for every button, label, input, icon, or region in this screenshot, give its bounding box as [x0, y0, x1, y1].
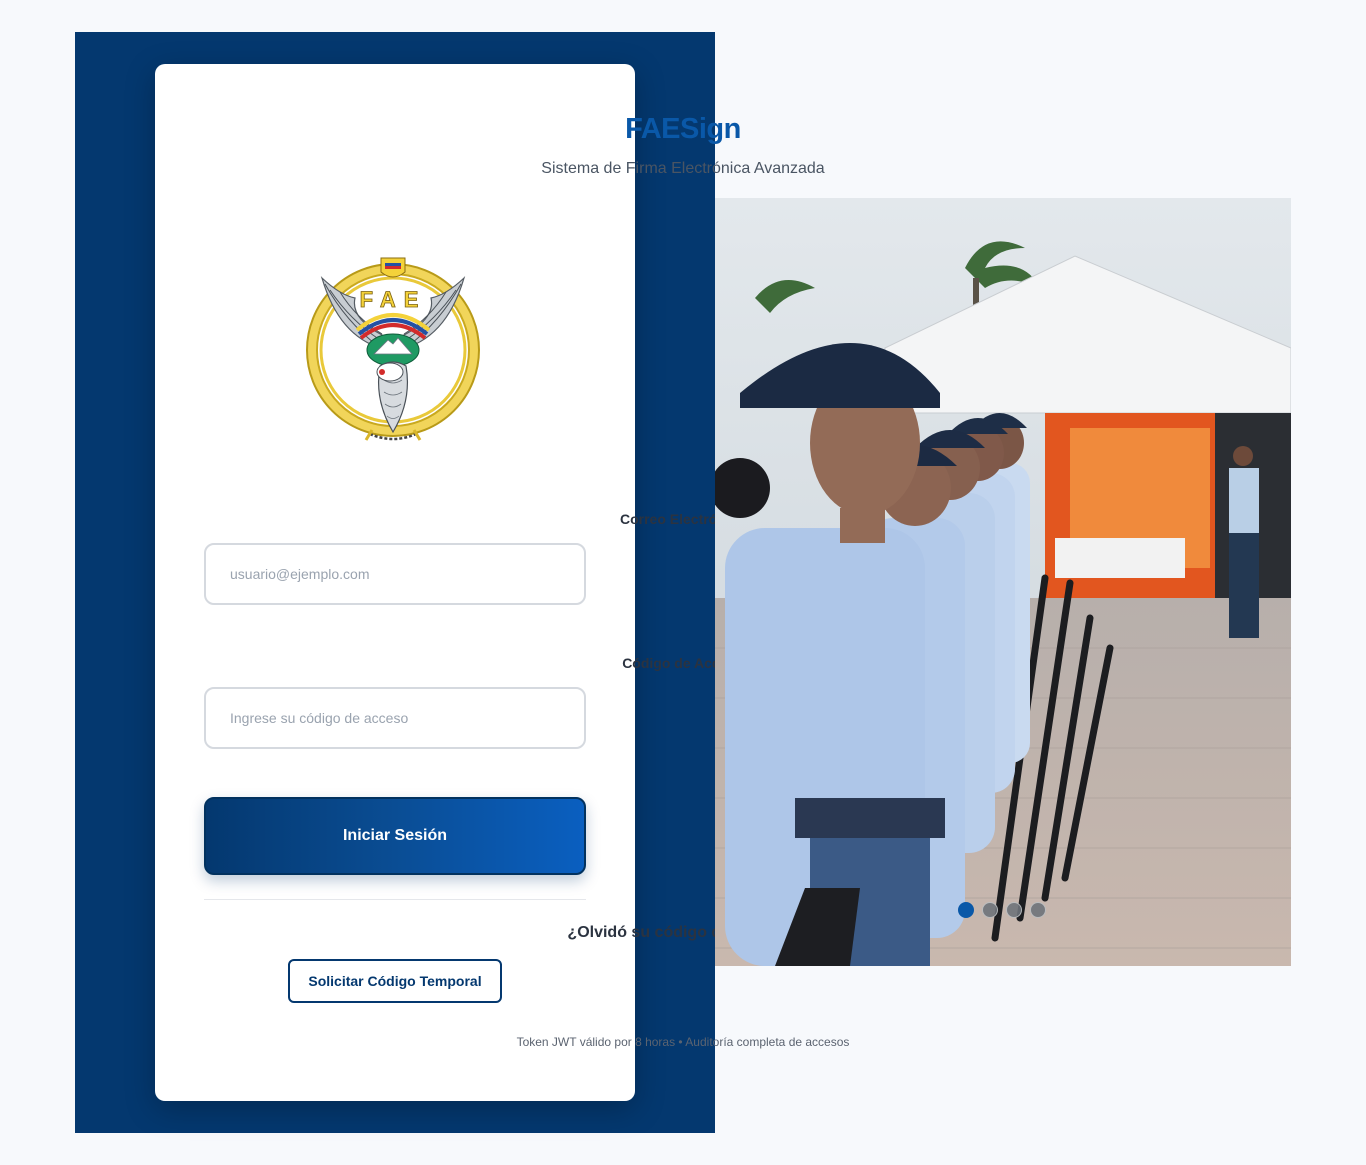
email-input[interactable]	[204, 543, 586, 605]
carousel-indicators	[958, 902, 1046, 918]
security-note: Token JWT válido por 8 horas • Auditoría…	[516, 1035, 850, 1049]
access-code-input[interactable]	[204, 687, 586, 749]
carousel-dot-1[interactable]	[958, 902, 974, 918]
carousel-dot-4[interactable]	[1030, 902, 1046, 918]
login-button[interactable]: Iniciar Sesión	[204, 797, 586, 875]
app-title: FAESign	[625, 113, 741, 145]
request-temporary-code-button[interactable]: Solicitar Código Temporal	[288, 959, 502, 1003]
carousel-dot-3[interactable]	[1006, 902, 1022, 918]
parade-photo-illustration	[715, 198, 1291, 966]
divider	[204, 899, 586, 900]
fae-emblem-logo: FAE	[306, 257, 480, 441]
carousel-dot-2[interactable]	[982, 902, 998, 918]
app-subtitle: Sistema de Firma Electrónica Avanzada	[541, 160, 825, 177]
carousel-image	[715, 198, 1291, 966]
emblem-letters: FAE	[360, 287, 427, 312]
